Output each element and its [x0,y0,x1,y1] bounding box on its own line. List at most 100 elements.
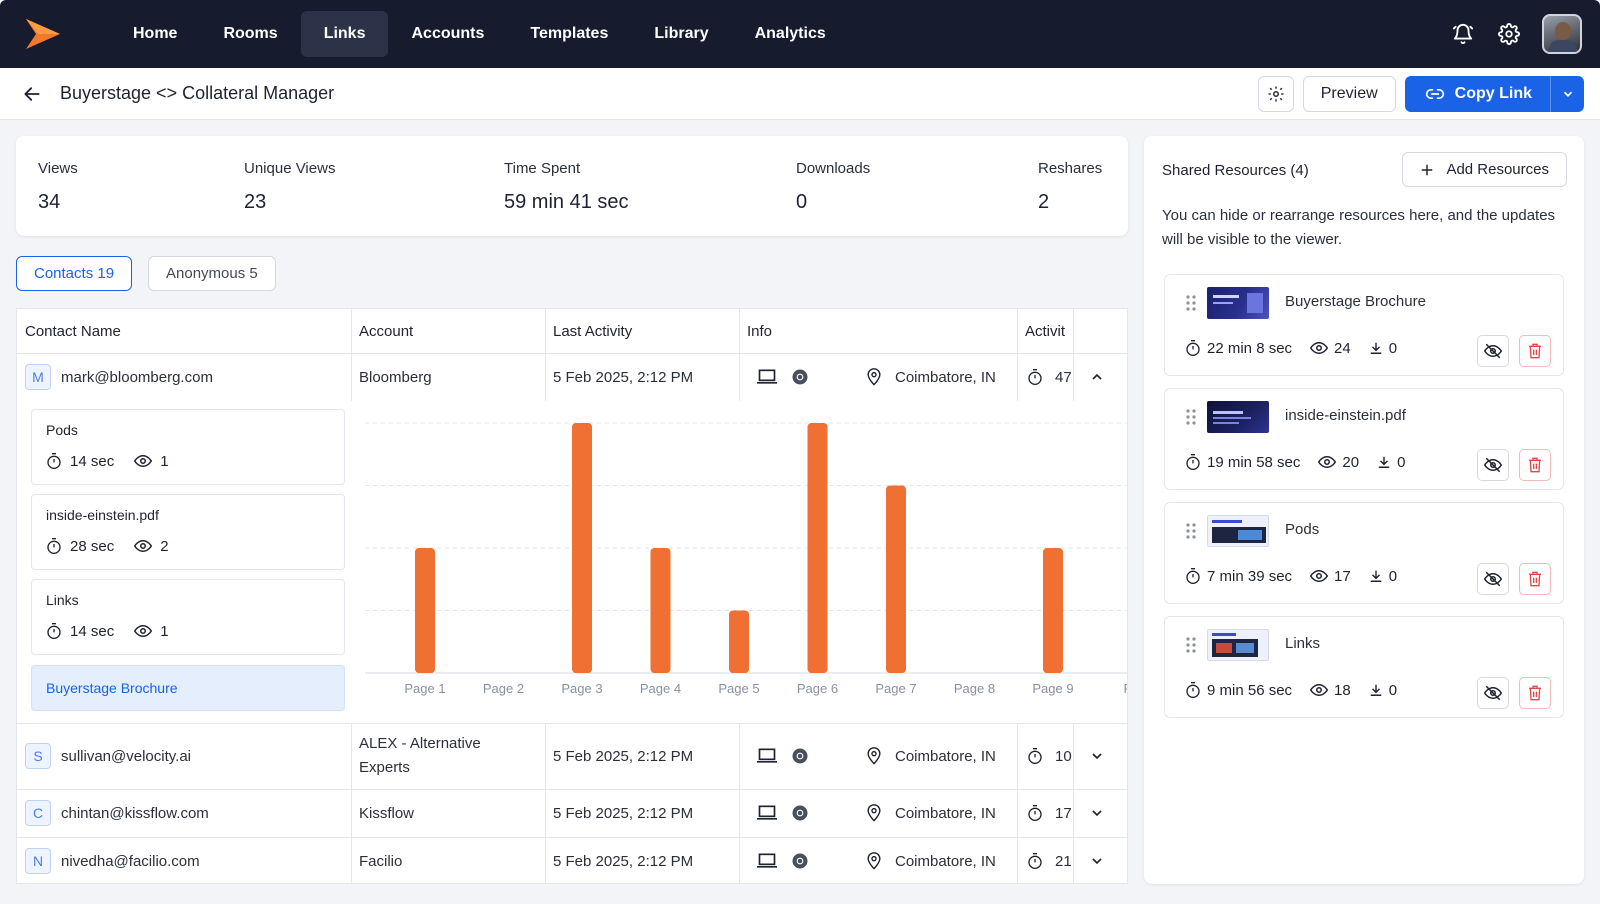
resource-time: 14 sec [70,622,115,640]
th-activity[interactable]: Activit [1025,309,1065,353]
resource-downloads: 0 [1388,681,1398,699]
shared-resource-card[interactable]: Links 9 min 56 sec 18 0 [1164,616,1564,718]
table-row-contact[interactable]: C chintan@kissflow.com [25,789,209,837]
drag-handle-icon[interactable] [1185,523,1197,539]
table-row-contact[interactable]: N nivedha@facilio.com [25,837,200,883]
shared-resource-card[interactable]: Buyerstage Brochure 22 min 8 sec 24 0 [1164,274,1564,376]
back-arrow-icon[interactable] [20,82,44,106]
laptop-icon [757,748,777,763]
resource-views: 2 [160,537,169,555]
nav-home[interactable]: Home [110,11,200,57]
bell-icon[interactable] [1450,21,1476,47]
expand-row-button[interactable] [1089,837,1105,883]
download-icon [1370,684,1381,696]
info-cell: Coimbatore, IN [757,353,996,401]
page-header: Buyerstage <> Collateral Manager Preview… [0,68,1600,120]
delete-resource-button[interactable] [1519,677,1551,709]
account-cell: ALEX - Alternative Experts [359,723,481,789]
th-account[interactable]: Account [359,309,413,353]
timer-icon [47,623,61,639]
laptop-icon [757,853,777,868]
hide-resource-button[interactable] [1477,563,1509,595]
th-info[interactable]: Info [747,309,772,353]
stat-label: Time Spent [504,160,581,177]
nav-analytics[interactable]: Analytics [732,11,849,57]
nav-library[interactable]: Library [631,11,731,57]
table-row-contact[interactable]: M mark@bloomberg.com [25,353,213,401]
preview-button[interactable]: Preview [1302,76,1396,112]
contact-email: mark@bloomberg.com [61,368,213,386]
delete-resource-button[interactable] [1519,335,1551,367]
drag-handle-icon[interactable] [1185,295,1197,311]
expand-row-button[interactable] [1089,723,1105,789]
shared-resource-card[interactable]: inside-einstein.pdf 19 min 58 sec 20 0 [1164,388,1564,490]
account-cell: Bloomberg [359,368,432,386]
timer-icon [1186,682,1200,698]
viewed-resource-card[interactable]: inside-einstein.pdf 28 sec 2 [31,494,345,570]
activity-value: 47 [1055,368,1072,386]
location-text: Coimbatore, IN [895,368,996,386]
nav-links[interactable]: Links [300,11,389,57]
bar[interactable] [886,485,906,674]
link-settings-button[interactable] [1257,76,1294,112]
stat-value: 2 [1038,191,1050,213]
location-text: Coimbatore, IN [895,852,996,870]
viewed-resource-card[interactable]: Pods 14 sec 1 [31,409,345,485]
copy-link-button[interactable]: Copy Link [1405,76,1550,112]
bar[interactable] [572,423,592,673]
bar[interactable] [1043,548,1063,673]
account-line: Experts [359,759,410,776]
bar[interactable] [807,423,828,673]
drag-handle-icon[interactable] [1185,409,1197,425]
stat-label: Unique Views [244,160,336,177]
copy-link-dropdown[interactable] [1550,76,1584,112]
resource-name: inside-einstein.pdf [1285,407,1406,424]
table-row-contact[interactable]: S sullivan@velocity.ai [25,723,191,789]
th-last-activity[interactable]: Last Activity [553,309,632,353]
divider [739,309,740,401]
gear-icon[interactable] [1496,21,1522,47]
timer-icon [1186,568,1200,584]
bar[interactable] [729,610,749,674]
shared-resource-card[interactable]: Pods 7 min 39 sec 17 0 [1164,502,1564,604]
download-icon [1370,570,1381,582]
nav-templates[interactable]: Templates [507,11,631,57]
bar[interactable] [415,548,435,673]
hide-resource-button[interactable] [1477,677,1509,709]
hide-resource-button[interactable] [1477,449,1509,481]
collapse-row-button[interactable] [1089,353,1105,401]
drag-handle-icon[interactable] [1185,637,1197,653]
expand-row-button[interactable] [1089,789,1105,837]
shared-resources-description: You can hide or rearrange resources here… [1162,207,1556,248]
location-pin-icon [867,368,881,386]
x-tick-label: Page 1 [404,681,445,696]
th-contact-name[interactable]: Contact Name [25,309,121,353]
tab-anonymous[interactable]: Anonymous 5 [148,256,276,291]
plus-icon [1422,164,1433,175]
tab-contacts[interactable]: Contacts 19 [16,256,133,291]
location-text: Coimbatore, IN [895,804,996,822]
viewed-resource-card-selected[interactable]: Buyerstage Brochure [31,665,345,711]
nav-rooms[interactable]: Rooms [200,11,300,57]
delete-resource-button[interactable] [1519,563,1551,595]
timer-icon [47,453,61,469]
chevron-down-icon [1563,91,1572,97]
divider [1017,723,1018,883]
resource-views: 18 [1334,681,1351,699]
delete-resource-button[interactable] [1519,449,1551,481]
last-activity-cell: 5 Feb 2025, 2:12 PM [553,804,694,822]
viewed-resource-card[interactable]: Links 14 sec 1 [31,579,345,655]
bar[interactable] [650,548,671,673]
logo-icon[interactable] [24,17,62,51]
add-resources-button[interactable]: Add Resources [1402,152,1567,187]
chrome-icon [792,748,808,764]
hide-resource-button[interactable] [1477,335,1509,367]
nav-accounts[interactable]: Accounts [388,11,507,57]
stat-views: Views 34 [38,160,78,214]
resource-name: Buyerstage Brochure [46,680,178,696]
copy-link-label: Copy Link [1454,85,1532,102]
shared-resources-title: Shared Resources (4) [1162,162,1309,179]
contact-email: chintan@kissflow.com [61,804,209,822]
avatar[interactable] [1542,14,1582,54]
account-cell: Facilio [359,852,403,870]
